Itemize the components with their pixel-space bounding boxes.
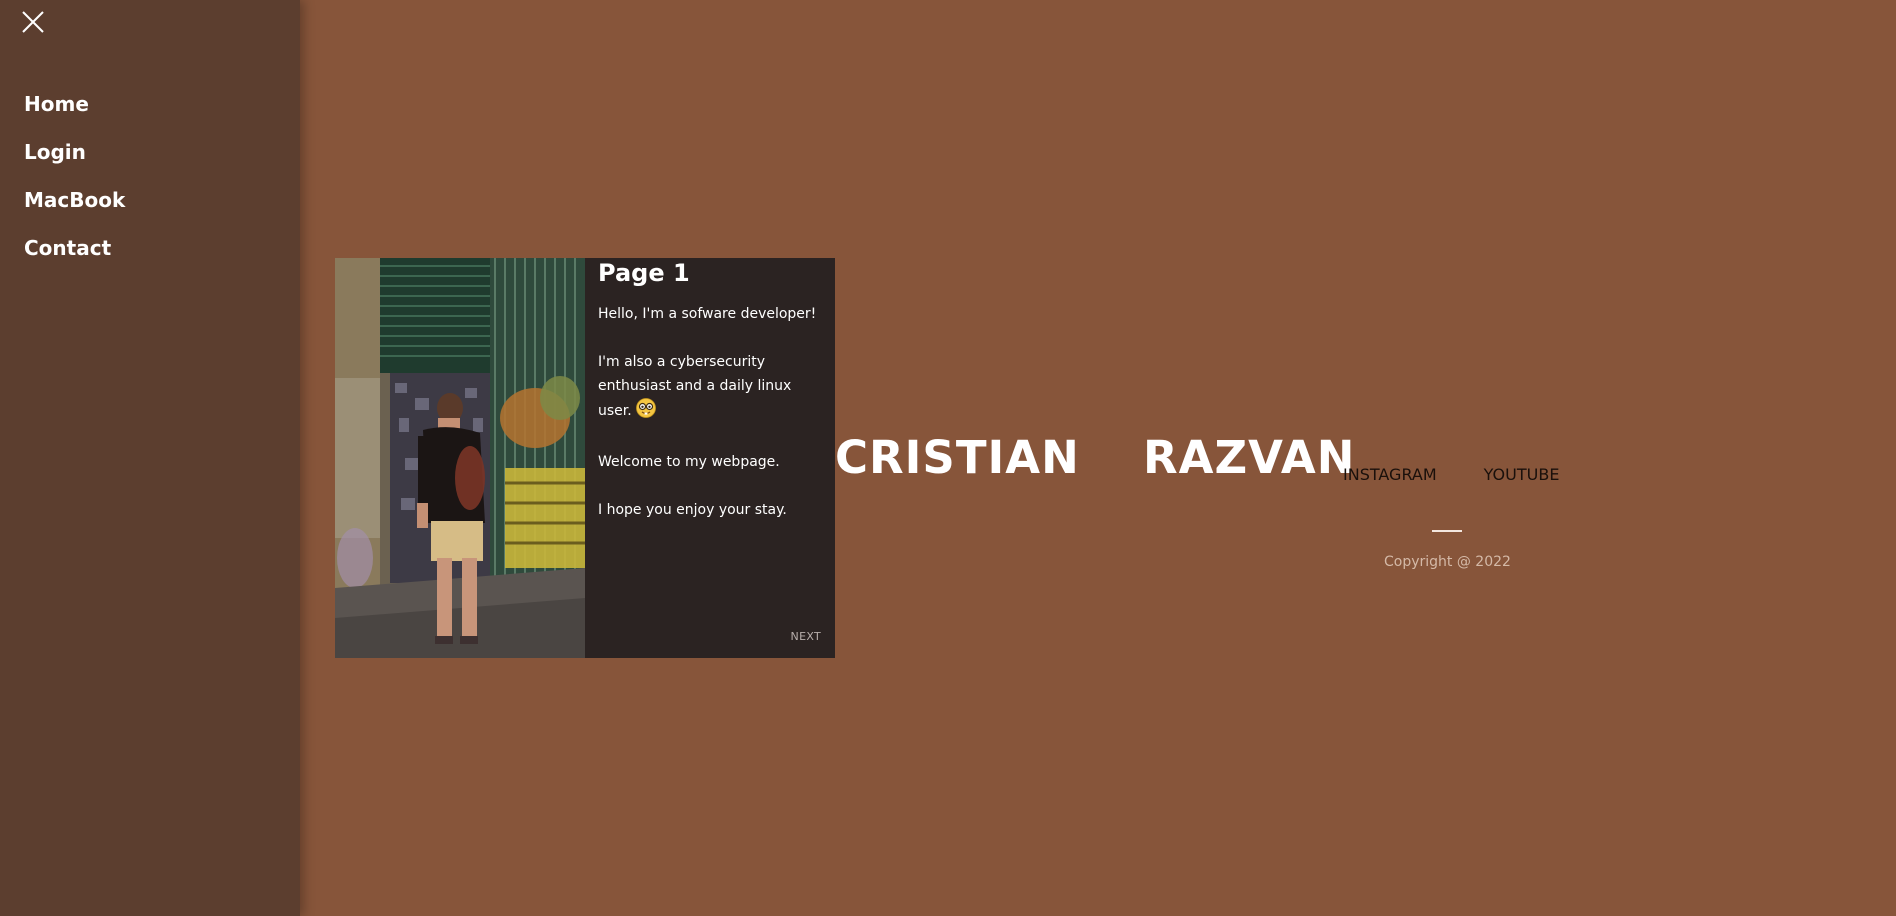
copyright-text: Copyright @ 2022 (1384, 554, 1511, 570)
sidebar-nav: Home Login MacBook Contact (24, 88, 125, 280)
sidebar-item-macbook: MacBook (24, 184, 125, 232)
sidebar-link-contact[interactable]: Contact (24, 236, 111, 260)
sidebar-item-login: Login (24, 136, 125, 184)
card-paragraph: Hello, I'm a sofware developer! (598, 306, 817, 322)
next-button[interactable]: NEXT (791, 630, 821, 643)
sidebar-item-contact: Contact (24, 232, 125, 280)
card-body: Page 1 Hello, I'm a sofware developer! I… (585, 258, 835, 658)
card-text: Hello, I'm a sofware developer! I'm also… (598, 302, 822, 522)
page: Home Login MacBook Contact Page 1 Hello,… (0, 0, 1896, 916)
card-paragraph: I hope you enjoy your stay. (598, 502, 787, 518)
sidebar-item-home: Home (24, 88, 125, 136)
card-paragraph: Welcome to my webpage. (598, 454, 780, 470)
card-paragraph: I'm also a cybersecurity enthusiast and … (598, 350, 822, 426)
nerd-face-icon (635, 398, 656, 426)
hero-first-name: CRISTIAN (835, 431, 1080, 484)
sidebar-link-macbook[interactable]: MacBook (24, 188, 125, 212)
profile-photo (335, 258, 585, 658)
hero-last-name: RAZVAN (1143, 431, 1356, 484)
youtube-link[interactable]: YOUTUBE (1484, 465, 1560, 484)
card-title: Page 1 (598, 259, 690, 287)
card-paragraph-text: I'm also a cybersecurity enthusiast and … (598, 354, 792, 419)
sidebar: Home Login MacBook Contact (0, 0, 300, 916)
sidebar-link-login[interactable]: Login (24, 140, 86, 164)
intro-card: Page 1 Hello, I'm a sofware developer! I… (335, 258, 835, 658)
divider (1432, 530, 1462, 532)
sidebar-link-home[interactable]: Home (24, 92, 89, 116)
instagram-link[interactable]: INSTAGRAM (1343, 465, 1437, 484)
close-icon[interactable] (20, 9, 46, 35)
social-links: INSTAGRAM YOUTUBE (1343, 465, 1559, 484)
